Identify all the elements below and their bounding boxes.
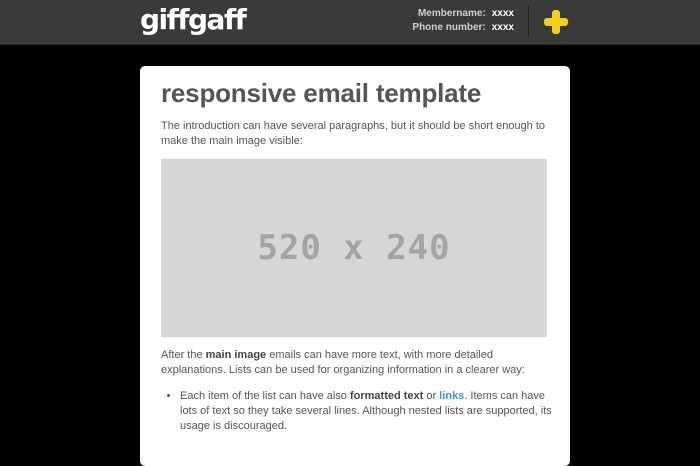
list-item-text-2: or	[423, 390, 440, 402]
info-list: Each item of the list can have also form…	[161, 389, 560, 434]
main-image-placeholder: 520 x 240	[161, 159, 547, 337]
image-size-label: 520 x 240	[257, 228, 451, 268]
intro-paragraph: The introduction can have several paragr…	[161, 120, 546, 147]
plus-icon[interactable]	[543, 9, 569, 35]
list-item-bold: formatted text	[349, 390, 424, 402]
after-bold-text: main image	[205, 349, 267, 361]
membername-value: xxxx	[491, 8, 514, 19]
phone-label: Phone number:	[412, 22, 486, 33]
list-item-link[interactable]: links	[439, 390, 464, 402]
phone-value: xxxx	[491, 22, 514, 33]
after-paragraph: After the main image emails can have mor…	[161, 348, 553, 378]
after-text-1: After the	[161, 349, 206, 361]
header-bar: giffgaff Membername: xxxx Phone number: xx…	[0, 0, 700, 45]
membername-label: Membername:	[417, 8, 486, 19]
email-card: responsive email template The introducti…	[140, 66, 570, 466]
member-info: Membername: xxxx Phone number: xxxx	[412, 7, 514, 35]
header-divider	[528, 6, 529, 36]
giffgaff-logo[interactable]: giffgaff	[140, 2, 247, 38]
list-item-text-1: Each item of the list can have also	[180, 390, 350, 402]
page-title: responsive email template	[161, 78, 482, 108]
membername-row: Membername: xxxx	[412, 7, 514, 21]
phone-row: Phone number: xxxx	[412, 21, 514, 35]
list-item: Each item of the list can have also form…	[180, 389, 560, 434]
